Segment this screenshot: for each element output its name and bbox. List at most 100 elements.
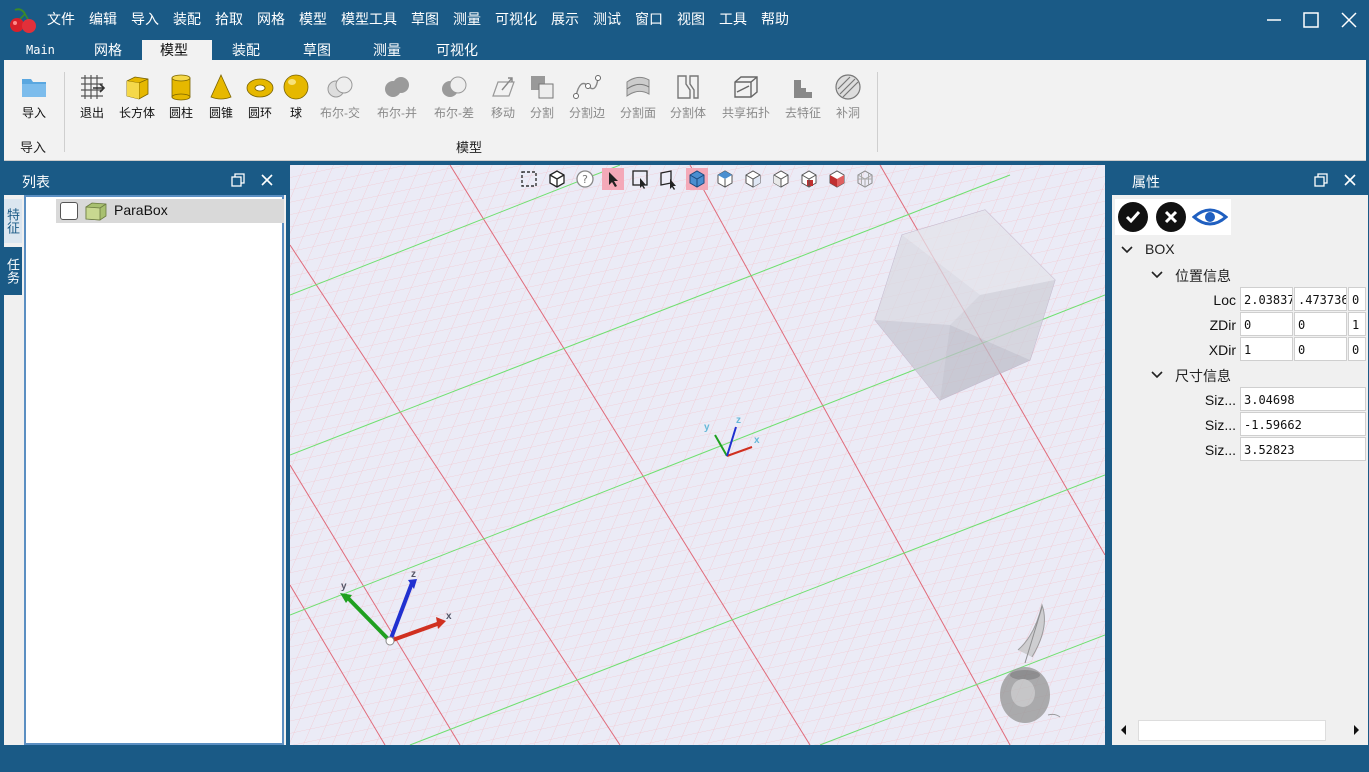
menu-model-tools[interactable]: 模型工具 — [334, 9, 404, 29]
menu-window[interactable]: 窗口 — [628, 9, 670, 29]
menu-sketch[interactable]: 草图 — [404, 9, 446, 29]
tab-mesh[interactable]: 网格 — [76, 40, 140, 60]
defeature-button[interactable]: 去特征 — [778, 72, 828, 122]
feature-tree: ParaBox — [24, 195, 284, 745]
grid-exit-icon — [81, 75, 106, 99]
menu-tools[interactable]: 工具 — [712, 9, 754, 29]
split-button[interactable]: 分割 — [517, 72, 567, 122]
close-window-button[interactable] — [1337, 8, 1361, 32]
tab-main[interactable]: Main — [8, 40, 73, 60]
confirm-check-icon[interactable] — [1117, 201, 1149, 233]
red-iso-view-icon[interactable] — [826, 168, 848, 190]
box-label: 长方体 — [118, 106, 155, 120]
left-panel-close-button[interactable] — [258, 171, 276, 189]
fill-hole-button[interactable]: 补洞 — [823, 72, 873, 122]
menu-show[interactable]: 展示 — [544, 9, 586, 29]
prop-loc-x[interactable]: 2.03837 — [1240, 287, 1293, 311]
left-panel-title: 列表 — [22, 174, 50, 190]
left-panel-float-button[interactable] — [229, 171, 247, 189]
select-pointer-icon[interactable] — [602, 168, 624, 190]
chevron-down-icon[interactable] — [1150, 368, 1164, 382]
split-face-button[interactable]: 分割面 — [613, 72, 663, 122]
minimize-icon — [1267, 19, 1281, 21]
import-button[interactable]: 导入 — [9, 72, 59, 122]
tab-model[interactable]: 模型 — [142, 40, 212, 60]
shared-topology-icon — [734, 76, 758, 98]
maximize-button[interactable] — [1299, 8, 1323, 32]
menu-mesh[interactable]: 网格 — [250, 9, 292, 29]
prop-zdir-y[interactable]: 0 — [1294, 312, 1347, 336]
menu-help[interactable]: 帮助 — [754, 9, 796, 29]
menu-test[interactable]: 测试 — [586, 9, 628, 29]
exit-button[interactable]: 退出 — [67, 72, 117, 122]
scroll-left-icon[interactable] — [1118, 724, 1130, 736]
menu-pick[interactable]: 拾取 — [208, 9, 250, 29]
3d-viewport[interactable]: x y z x y z ? — [290, 165, 1105, 745]
sphere-button[interactable]: 球 — [271, 72, 321, 122]
scroll-right-icon[interactable] — [1350, 724, 1362, 736]
menu-file[interactable]: 文件 — [40, 9, 82, 29]
split-edge-icon — [573, 75, 601, 99]
tree-row[interactable]: ParaBox — [56, 199, 284, 223]
scrollbar-thumb[interactable] — [1138, 720, 1326, 741]
prop-loc-z[interactable]: 0 — [1348, 287, 1366, 311]
menu-assembly[interactable]: 装配 — [166, 9, 208, 29]
tab-sketch[interactable]: 草图 — [285, 40, 349, 60]
close-icon — [261, 174, 273, 186]
box-button[interactable]: 长方体 — [112, 72, 162, 122]
cancel-x-icon[interactable] — [1155, 201, 1187, 233]
chevron-down-icon[interactable] — [1150, 268, 1164, 282]
top-view-icon[interactable] — [714, 168, 736, 190]
shaded-view-icon[interactable] — [686, 168, 708, 190]
tab-visualize[interactable]: 可视化 — [418, 40, 496, 60]
wire-view-icon[interactable] — [854, 168, 876, 190]
menu-measure[interactable]: 测量 — [446, 9, 488, 29]
iso-view-icon[interactable] — [798, 168, 820, 190]
fit-all-icon[interactable] — [518, 168, 540, 190]
chevron-down-icon[interactable] — [1120, 243, 1134, 257]
prop-xdir-z[interactable]: 0 — [1348, 337, 1366, 361]
front-view-icon[interactable] — [742, 168, 764, 190]
horizontal-scrollbar[interactable] — [1112, 718, 1368, 743]
menu-edit[interactable]: 编辑 — [82, 9, 124, 29]
boolean-union-button[interactable]: 布尔-并 — [372, 72, 422, 122]
properties-panel-float-button[interactable] — [1312, 171, 1330, 189]
prop-xdir-x[interactable]: 1 — [1240, 337, 1293, 361]
prop-xdir-y[interactable]: 0 — [1294, 337, 1347, 361]
prop-key-loc: Loc — [1213, 292, 1236, 308]
tree-row-checkbox[interactable] — [60, 202, 78, 220]
prop-size-y[interactable]: -1.59662 — [1240, 412, 1366, 436]
prop-zdir-x[interactable]: 0 — [1240, 312, 1293, 336]
side-view-icon[interactable] — [770, 168, 792, 190]
tab-assembly[interactable]: 装配 — [214, 40, 278, 60]
menu-model[interactable]: 模型 — [292, 9, 334, 29]
menu-visualize[interactable]: 可视化 — [488, 9, 544, 29]
split-edge-button[interactable]: 分割边 — [562, 72, 612, 122]
select-box-icon[interactable] — [630, 168, 652, 190]
menu-view[interactable]: 视图 — [670, 9, 712, 29]
prop-zdir-z[interactable]: 1 — [1348, 312, 1366, 336]
boolean-intersect-button[interactable]: 布尔-交 — [315, 72, 365, 122]
eye-visibility-icon[interactable] — [1192, 201, 1228, 233]
side-tab-tasks[interactable]: 任务 — [4, 247, 22, 295]
split-body-button[interactable]: 分割体 — [663, 72, 713, 122]
view-cube-icon[interactable] — [546, 168, 568, 190]
center-axis-label-z: z — [736, 415, 741, 426]
help-icon[interactable]: ? — [574, 168, 596, 190]
prop-size-z[interactable]: 3.52823 — [1240, 437, 1366, 461]
view-toolbar: ? — [518, 168, 882, 192]
properties-panel-close-button[interactable] — [1341, 171, 1359, 189]
shared-topology-button[interactable]: 共享拓扑 — [721, 72, 771, 122]
side-tab-features[interactable]: 特征 — [4, 199, 22, 243]
boolean-difference-button[interactable]: 布尔-差 — [429, 72, 479, 122]
select-window-icon[interactable] — [658, 168, 680, 190]
minimize-button[interactable] — [1262, 8, 1286, 32]
import-group-label: 导入 — [20, 140, 47, 155]
tab-measure[interactable]: 测量 — [355, 40, 419, 60]
boolean-union-label: 布尔-并 — [377, 106, 417, 120]
prop-size-x[interactable]: 3.04698 — [1240, 387, 1366, 411]
section-size-title: 尺寸信息 — [1175, 368, 1231, 384]
prop-loc-y[interactable]: .473736 — [1294, 287, 1347, 311]
menu-import[interactable]: 导入 — [124, 9, 166, 29]
prop-key-size-y: Siz... — [1204, 417, 1236, 433]
